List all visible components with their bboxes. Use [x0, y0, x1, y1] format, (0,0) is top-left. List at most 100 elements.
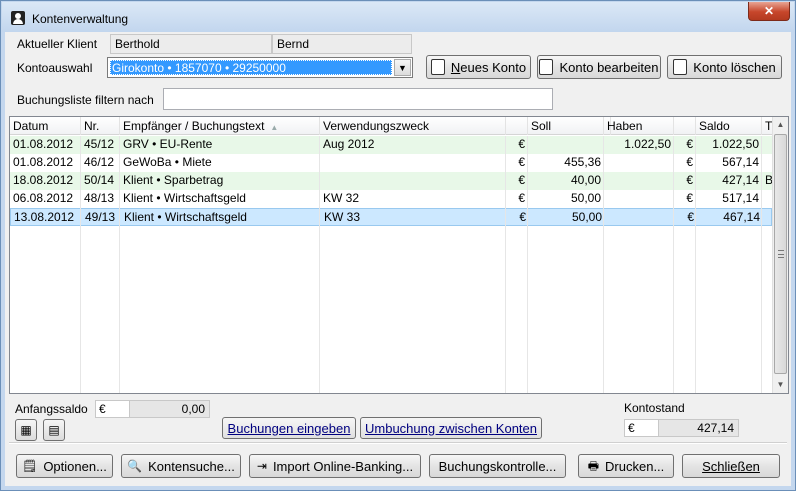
- delete-account-label: Konto löschen: [693, 59, 776, 75]
- cell-purpose: [320, 154, 506, 172]
- cell-purpose: Aug 2012: [323, 137, 375, 151]
- table-row[interactable]: 06.08.2012 48/13 Klient • Wirtschaftsgeld K…: [10, 190, 772, 208]
- col-verwendungszweck[interactable]: Verwendungszweck: [320, 117, 506, 135]
- new-account-button[interactable]: Neues Konto: [426, 55, 531, 79]
- calendar-button[interactable]: ▦: [15, 419, 37, 441]
- vertical-scrollbar[interactable]: ▲ ▼: [772, 117, 788, 393]
- scroll-down-icon[interactable]: ▼: [773, 377, 788, 393]
- cell-soll: 50,00: [571, 210, 602, 224]
- options-button[interactable]: 🗒 Optionen...: [16, 454, 113, 478]
- delete-account-button[interactable]: Konto löschen: [667, 55, 782, 79]
- cell-cur3: €: [686, 137, 693, 151]
- filter-input[interactable]: [163, 88, 553, 110]
- cell-haben: 1.022,50: [624, 137, 671, 151]
- col-haben[interactable]: Haben: [604, 117, 674, 135]
- grip-icon: [778, 250, 784, 258]
- clipboard-icon: ▤: [48, 423, 60, 437]
- table-row[interactable]: 13.08.2012 49/13 Klient • Wirtschaftsgeld K…: [10, 208, 772, 226]
- cell-haben: [605, 209, 675, 227]
- col-soll[interactable]: Soll: [528, 117, 604, 135]
- import-online-banking-label: Import Online-Banking...: [272, 458, 414, 474]
- cell-date: 06.08.2012: [13, 191, 74, 205]
- cell-cur1: €: [518, 191, 525, 205]
- cell-payee: Klient • Wirtschaftsgeld: [124, 210, 247, 224]
- cell-soll: [528, 136, 604, 154]
- client-last-name: Bernd: [272, 34, 412, 54]
- cell-payee: GeWoBa • Miete: [123, 155, 212, 169]
- account-select-value: Girokonto • 1857070 • 29250000: [110, 60, 392, 75]
- chevron-down-icon[interactable]: ▼: [394, 59, 411, 76]
- account-search-button[interactable]: 🔍 Kontensuche...: [121, 454, 241, 478]
- new-account-mnemonic: N: [450, 59, 461, 75]
- delete-document-icon: [673, 59, 688, 75]
- cell-cur1: €: [519, 210, 526, 224]
- opening-balance-label: Anfangssaldo: [15, 402, 88, 416]
- scrollbar-thumb[interactable]: [774, 134, 787, 374]
- cell-saldo: 1.022,50: [712, 137, 759, 151]
- close-button[interactable]: Schließen: [682, 454, 780, 478]
- divider: [9, 442, 787, 444]
- clipboard-button[interactable]: ▤: [43, 419, 65, 441]
- col-empfaenger[interactable]: Empfänger / Buchungstext ▲: [120, 117, 320, 135]
- cell-nr: 45/12: [84, 137, 115, 151]
- table-row[interactable]: 18.08.2012 50/14 Klient • Sparbetrag €40,00…: [10, 172, 773, 190]
- cell-cur1: €: [518, 173, 525, 187]
- new-document-icon: [430, 59, 445, 75]
- kontenverwaltung-window: Kontenverwaltung ✕ Aktueller Klient Bert…: [0, 0, 796, 491]
- column-divider: [505, 136, 506, 393]
- edit-account-button[interactable]: Konto bearbeiten: [537, 55, 661, 79]
- cell-haben: [604, 172, 674, 190]
- cell-haben: [604, 154, 674, 172]
- cell-payee: GRV • EU-Rente: [123, 137, 213, 151]
- client-first-name: Berthold: [110, 34, 272, 54]
- new-account-text: eues Konto: [460, 59, 527, 75]
- user-icon: [11, 11, 25, 25]
- print-button[interactable]: 🖶 Drucken...: [578, 454, 674, 478]
- opening-balance-currency: €: [96, 401, 130, 417]
- column-divider: [319, 136, 320, 393]
- import-online-banking-button[interactable]: ⇥ Import Online-Banking...: [249, 454, 421, 478]
- close-window-button[interactable]: ✕: [748, 2, 790, 21]
- new-account-label: Neues Konto: [451, 60, 526, 75]
- cell-cur3: €: [686, 173, 693, 187]
- scroll-up-icon[interactable]: ▲: [773, 117, 788, 133]
- cell-soll: 50,00: [570, 191, 601, 205]
- booking-table[interactable]: Datum Nr. Empfänger / Buchungstext ▲ Verw…: [9, 116, 789, 394]
- table-row[interactable]: 01.08.2012 45/12 GRV • EU-Rente Aug 2012 €1.…: [10, 136, 772, 154]
- col-saldo[interactable]: Saldo: [696, 117, 762, 135]
- calendar-icon: ▦: [20, 423, 32, 437]
- cell-purpose: KW 33: [324, 210, 361, 224]
- cell-saldo: 427,14: [722, 173, 759, 187]
- column-divider: [119, 136, 120, 393]
- account-balance-amount: 427,14: [697, 421, 734, 435]
- window-content: Aktueller Klient Berthold Bernd Kontoaus…: [9, 32, 789, 482]
- client-label: Aktueller Klient: [17, 37, 98, 51]
- table-row[interactable]: 01.08.2012 46/12 GeWoBa • Miete €455,36 €567…: [10, 154, 772, 172]
- transfer-button[interactable]: Umbuchung zwischen Konten: [360, 417, 542, 439]
- cell-haben: [604, 190, 674, 208]
- account-balance-currency: €: [625, 420, 659, 436]
- cell-payee: Klient • Sparbetrag: [123, 173, 224, 187]
- opening-balance-field: € 0,00: [95, 400, 210, 418]
- col-currency-3[interactable]: [674, 117, 696, 135]
- cell-payee: Klient • Wirtschaftsgeld: [123, 191, 246, 205]
- cell-date: 01.08.2012: [13, 155, 74, 169]
- filter-label: Buchungsliste filtern nach: [17, 93, 154, 107]
- account-select[interactable]: Girokonto • 1857070 • 29250000 ▼: [107, 57, 413, 78]
- booking-control-button[interactable]: Buchungskontrolle...: [429, 454, 566, 478]
- col-datum[interactable]: Datum: [10, 117, 81, 135]
- cell-cur1: €: [518, 155, 525, 169]
- cell-cur3: €: [686, 155, 693, 169]
- col-currency-1[interactable]: [506, 117, 528, 135]
- cell-cur3: €: [686, 191, 693, 205]
- edit-document-icon: [539, 59, 554, 75]
- column-divider: [527, 136, 528, 393]
- column-divider: [673, 136, 674, 393]
- cell-cur1: €: [518, 137, 525, 151]
- col-nr[interactable]: Nr.: [81, 117, 120, 135]
- enter-bookings-button[interactable]: Buchungen eingeben: [222, 417, 356, 439]
- title-bar[interactable]: Kontenverwaltung ✕: [2, 2, 794, 32]
- edit-account-label: Konto bearbeiten: [559, 59, 659, 75]
- cell-nr: 48/13: [84, 191, 115, 205]
- import-icon: ⇥: [256, 459, 267, 473]
